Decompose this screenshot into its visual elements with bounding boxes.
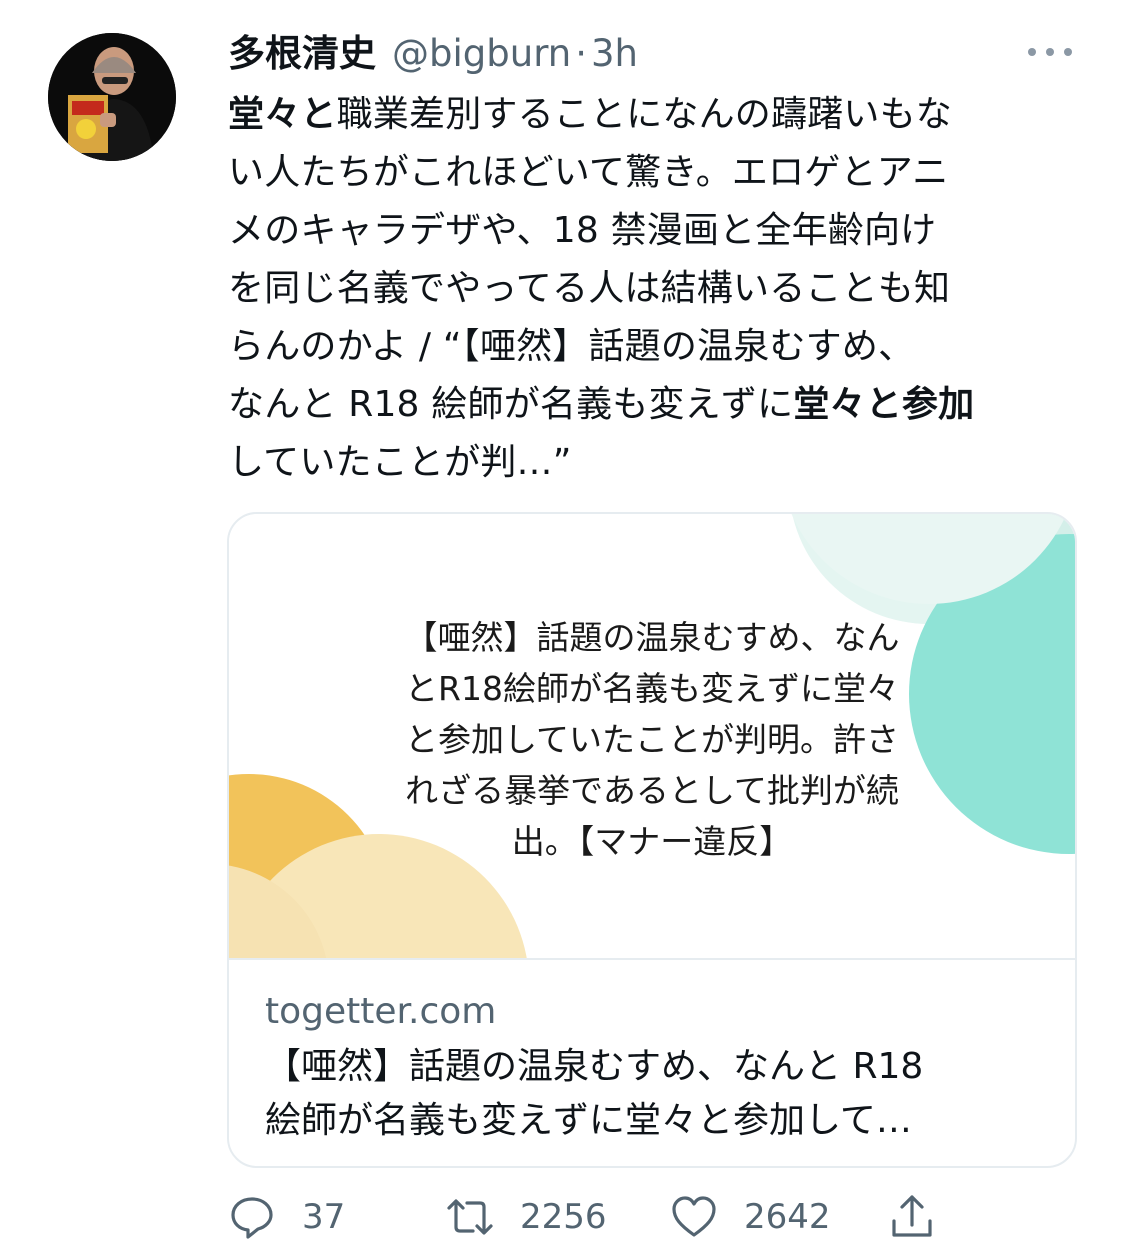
like-button[interactable]: 2642 xyxy=(670,1190,831,1244)
tweet-text-line: なんと R18 絵師が名義も変えずに堂々と参加 xyxy=(228,384,975,425)
card-image: 【唖然】話題の温泉むすめ、なん とR18絵師が名義も変えずに堂々 と参加していた… xyxy=(229,514,1075,958)
reply-count: 37 xyxy=(302,1197,346,1237)
card-title: 【唖然】話題の温泉むすめ、なんと R18 絵師が名義も変えずに堂々と参加して… xyxy=(265,1046,924,1141)
tweet-text: 堂々と職業差別することになんの躊躇いもな い人たちがこれほどいて驚き。エロゲとア… xyxy=(228,86,1088,492)
more-options-button[interactable] xyxy=(1024,36,1076,68)
author-name[interactable]: 多根清史 xyxy=(228,28,376,80)
retweet-icon xyxy=(447,1199,493,1235)
share-icon xyxy=(892,1195,932,1237)
author-handle[interactable]: @bigburn xyxy=(392,28,571,80)
author-avatar[interactable] xyxy=(48,33,176,161)
more-dot-icon xyxy=(1028,48,1036,56)
card-image-text: 【唖然】話題の温泉むすめ、なん とR18絵師が名義も変えずに堂々 と参加していた… xyxy=(404,618,900,861)
tweet-text-line: い人たちがこれほどいて驚き。エロゲとアニ xyxy=(228,152,949,193)
card-domain: togetter.com xyxy=(265,991,497,1032)
like-count: 2642 xyxy=(744,1197,831,1237)
reply-button[interactable]: 37 xyxy=(228,1190,345,1244)
reply-icon xyxy=(231,1197,273,1239)
avatar-image xyxy=(48,33,176,161)
tweet-text-line: らんのかよ / “【唖然】話題の温泉むすめ、 xyxy=(228,326,915,367)
like-icon xyxy=(672,1196,716,1237)
header-separator: · xyxy=(575,32,587,75)
more-dot-icon xyxy=(1046,48,1054,56)
tweet-actions: 37 2256 2642 xyxy=(228,1190,988,1244)
tweet-text-line: していたことが判…” xyxy=(228,442,572,483)
retweet-button[interactable]: 2256 xyxy=(446,1190,607,1244)
share-button[interactable] xyxy=(888,1190,936,1244)
tweet-text-line: メのキャラデザや、18 禁漫画と全年齢向け xyxy=(228,210,937,251)
retweet-count: 2256 xyxy=(520,1197,607,1237)
tweet-text-line: を同じ名義でやってる人は結構いることも知 xyxy=(228,268,951,309)
tweet-header: 多根清史 @bigburn · 3h xyxy=(228,28,988,80)
tweet-timestamp[interactable]: 3h xyxy=(591,28,638,80)
link-preview-card[interactable]: 【唖然】話題の温泉むすめ、なん とR18絵師が名義も変えずに堂々 と参加していた… xyxy=(227,512,1077,1168)
tweet-text-line: 堂々と職業差別することになんの躊躇いもな xyxy=(228,94,953,135)
card-divider xyxy=(229,958,1075,960)
more-dot-icon xyxy=(1064,48,1072,56)
